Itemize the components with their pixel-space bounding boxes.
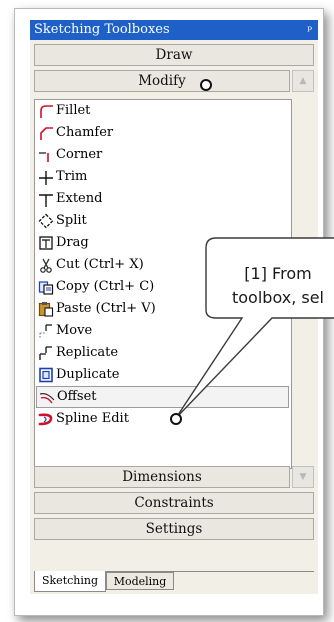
scroll-up-button[interactable]: ▲ [292,70,314,92]
offset-icon [39,393,55,404]
section-settings-label: Settings [145,521,203,537]
tool-label: Fillet [56,103,91,118]
spline-edit-icon [38,413,53,426]
tool-label: Copy (Ctrl+ C) [56,279,155,294]
section-draw-label: Draw [155,47,193,63]
section-constraints[interactable]: Constraints [34,492,314,514]
tab-modeling[interactable]: Modeling [106,572,174,590]
drag-icon [39,236,53,250]
section-settings[interactable]: Settings [34,518,314,540]
tool-chamfer[interactable]: Chamfer [38,122,288,144]
tool-label: Drag [56,235,89,250]
section-modify-label: Modify [138,73,186,89]
section-draw[interactable]: Draw [34,44,314,66]
tool-label: Trim [56,169,88,184]
section-dimensions-label: Dimensions [122,469,202,485]
duplicate-icon [39,367,53,383]
tool-trim[interactable]: Trim [38,166,288,188]
callout-line-1: [1] From [244,264,312,283]
pin-icon[interactable]: ᵖ [307,20,312,40]
marker-circle-offset [170,413,182,425]
bottom-tab-strip: Sketching Modeling [34,571,314,593]
tab-sketching[interactable]: Sketching [34,571,106,592]
tool-label: Replicate [56,345,119,360]
callout-line-2: toolbox, sel [231,288,324,307]
tool-label: Offset [57,389,97,404]
section-modify[interactable]: Modify [34,70,290,92]
tool-fillet[interactable]: Fillet [38,100,288,122]
callout-text: [1] From toolbox, sel [208,262,334,310]
section-dimensions[interactable]: Dimensions [34,466,290,488]
tool-duplicate[interactable]: Duplicate [38,364,288,386]
tool-offset[interactable]: Offset [36,386,289,408]
cut-icon [40,258,52,273]
tool-label: Extend [56,191,103,206]
title-bar: Sketching Toolboxes ᵖ [30,20,318,40]
marker-circle-modify [200,79,212,91]
scroll-down-button[interactable]: ▼ [292,466,314,488]
tool-extend[interactable]: Extend [38,188,288,210]
corner-icon [39,152,49,162]
tool-label: Chamfer [56,125,114,140]
tool-label: Spline Edit [56,411,129,426]
tool-corner[interactable]: Corner [38,144,288,166]
copy-icon [38,281,54,295]
paste-icon [38,302,54,317]
tool-label: Move [56,323,93,338]
move-icon [39,324,52,338]
tool-spline-edit[interactable]: Spline Edit [38,408,288,430]
tool-drag[interactable]: Drag [38,232,288,254]
fillet-icon [40,105,53,118]
replicate-icon [39,346,52,360]
extend-icon [39,194,53,207]
section-constraints-label: Constraints [134,495,214,511]
tool-label: Split [56,213,87,228]
tool-split[interactable]: Split [38,210,288,232]
tool-move[interactable]: Move [38,320,288,342]
window-title: Sketching Toolboxes [34,22,170,37]
tool-label: Cut (Ctrl+ X) [56,257,144,272]
trim-icon [39,171,53,185]
tool-label: Corner [56,147,103,162]
tool-label: Duplicate [56,367,120,382]
tool-replicate[interactable]: Replicate [38,342,288,364]
chamfer-icon [40,127,53,140]
tool-label: Paste (Ctrl+ V) [56,301,156,316]
split-icon [38,213,54,229]
